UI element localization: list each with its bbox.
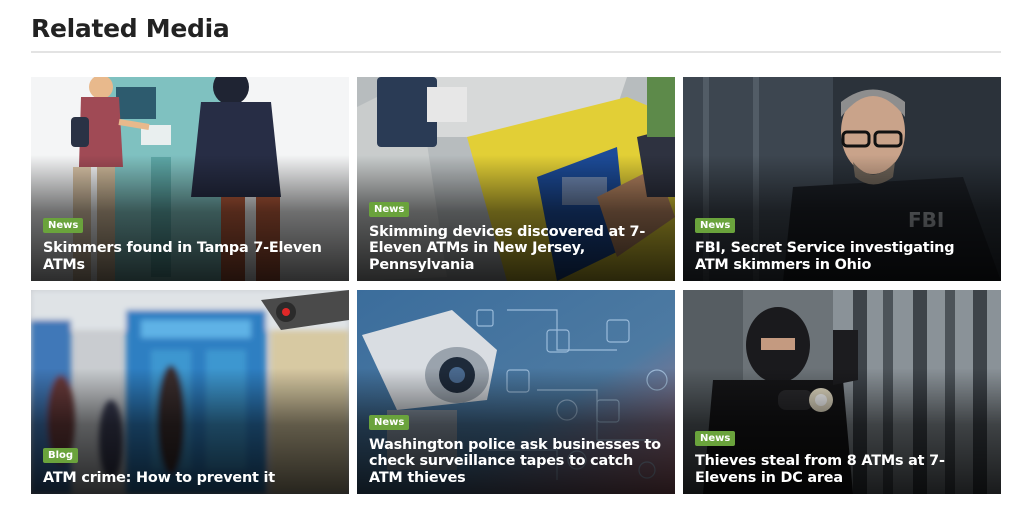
- media-card[interactable]: News Skimming devices discovered at 7-El…: [357, 77, 675, 281]
- category-badge[interactable]: News: [369, 414, 410, 430]
- card-title[interactable]: ATM crime: How to prevent it: [43, 470, 339, 487]
- card-title[interactable]: Thieves steal from 8 ATMs at 7-Elevens i…: [695, 453, 991, 486]
- card-info: News Thieves steal from 8 ATMs at 7-Elev…: [695, 428, 991, 486]
- card-title[interactable]: FBI, Secret Service investigating ATM sk…: [695, 240, 991, 273]
- card-info: News Skimming devices discovered at 7-El…: [369, 199, 665, 274]
- card-title[interactable]: Washington police ask businesses to chec…: [369, 437, 665, 487]
- category-badge[interactable]: News: [369, 201, 410, 217]
- card-info: News Skimmers found in Tampa 7-Eleven AT…: [43, 215, 339, 273]
- section-heading: Related Media: [31, 14, 230, 43]
- card-info: News FBI, Secret Service investigating A…: [695, 215, 991, 273]
- heading-divider: [31, 51, 1001, 53]
- media-card[interactable]: News Skimmers found in Tampa 7-Eleven AT…: [31, 77, 349, 281]
- media-grid: News Skimmers found in Tampa 7-Eleven AT…: [31, 77, 1001, 494]
- card-info: Blog ATM crime: How to prevent it: [43, 445, 339, 487]
- category-badge[interactable]: Blog: [43, 447, 79, 463]
- media-card[interactable]: News Washington police ask businesses to…: [357, 290, 675, 494]
- media-card[interactable]: Blog ATM crime: How to prevent it: [31, 290, 349, 494]
- card-title[interactable]: Skimming devices discovered at 7-Eleven …: [369, 224, 665, 274]
- media-card[interactable]: News Thieves steal from 8 ATMs at 7-Elev…: [683, 290, 1001, 494]
- category-badge[interactable]: News: [695, 218, 736, 233]
- category-badge[interactable]: News: [43, 218, 84, 233]
- media-card[interactable]: FBI News FBI, Secret Service investigati…: [683, 77, 1001, 281]
- card-title[interactable]: Skimmers found in Tampa 7-Eleven ATMs: [43, 240, 339, 273]
- card-info: News Washington police ask businesses to…: [369, 412, 665, 487]
- category-badge[interactable]: News: [695, 431, 736, 446]
